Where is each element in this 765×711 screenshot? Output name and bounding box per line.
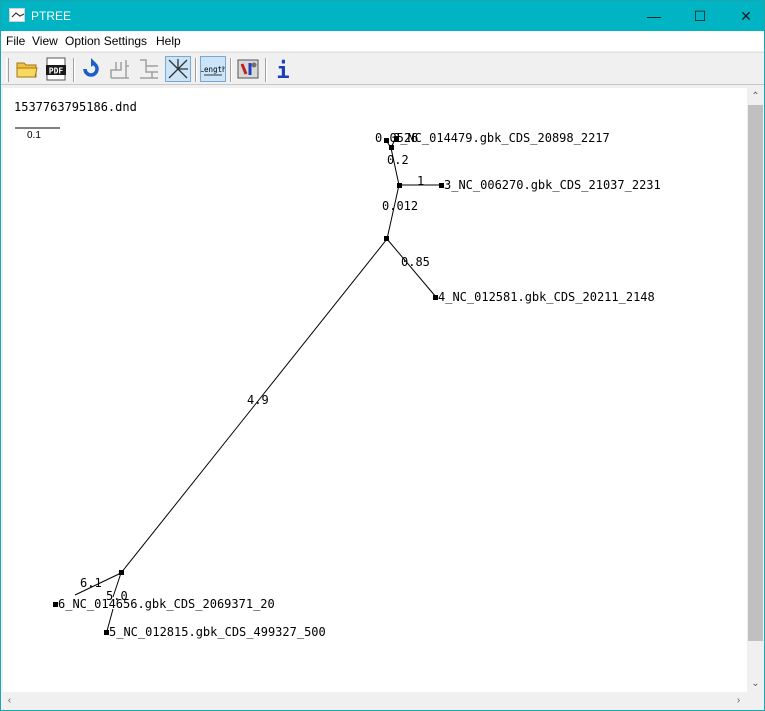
scroll-down-arrow-icon[interactable]: ⌄ bbox=[747, 675, 764, 692]
settings-button[interactable] bbox=[235, 56, 261, 82]
refresh-button[interactable] bbox=[78, 56, 104, 82]
export-pdf-button[interactable]: PDF bbox=[43, 56, 69, 82]
window-title: PTREE bbox=[31, 9, 72, 23]
node-marker bbox=[384, 236, 389, 241]
tree-layout-button[interactable] bbox=[107, 56, 133, 82]
branch-length-label: 0.012 bbox=[382, 199, 418, 213]
branch-length-label: 6.1 bbox=[80, 576, 102, 590]
tree-layout-alt-icon bbox=[140, 59, 158, 79]
open-folder-button[interactable] bbox=[14, 56, 40, 82]
vertical-scroll-thumb[interactable] bbox=[748, 105, 763, 641]
branch-length-label: 4.9 bbox=[247, 393, 269, 407]
toolbar-separator bbox=[265, 58, 267, 82]
toolbar-separator bbox=[73, 58, 75, 82]
toolbar-separator bbox=[195, 58, 197, 82]
node-marker bbox=[389, 145, 394, 150]
settings-tools-icon bbox=[237, 59, 259, 79]
toolbar: PDF Length i bbox=[1, 52, 764, 85]
branch-length-label: 0.85 bbox=[401, 255, 430, 269]
title-bar: PTREE — ☐ ✕ bbox=[1, 1, 764, 31]
minimize-button[interactable]: — bbox=[631, 1, 677, 31]
toolbar-separator bbox=[230, 58, 232, 82]
scroll-left-arrow-icon[interactable]: ‹ bbox=[1, 692, 18, 709]
menu-file[interactable]: File bbox=[6, 34, 25, 48]
pdf-icon: PDF bbox=[46, 57, 66, 81]
info-icon-label: i bbox=[276, 59, 289, 82]
tree-drawing: 2_NC_014479.gbk_CDS_20898_2217 3_NC_0062… bbox=[15, 127, 661, 639]
leaf-label: 2_NC_014479.gbk_CDS_20898_2217 bbox=[393, 131, 610, 145]
app-window: PTREE — ☐ ✕ File View Option Settings He… bbox=[0, 0, 765, 711]
pdf-icon-label: PDF bbox=[49, 67, 64, 76]
refresh-icon bbox=[83, 58, 99, 77]
app-icon bbox=[9, 8, 25, 22]
scale-bar-label: 0.1 bbox=[27, 130, 41, 141]
branch-length-label: 0.2 bbox=[387, 153, 409, 167]
scroll-right-arrow-icon[interactable]: › bbox=[730, 692, 747, 709]
tree-layout-icon bbox=[110, 60, 129, 79]
vertical-scrollbar[interactable]: ⌃ ⌄ bbox=[747, 88, 764, 692]
branch-length-button[interactable]: Length bbox=[199, 56, 227, 82]
branch-length-label: 5.0 bbox=[106, 589, 128, 603]
open-folder-icon bbox=[16, 62, 38, 78]
menu-bar: File View Option Settings Help bbox=[1, 31, 764, 51]
info-button[interactable]: i bbox=[270, 56, 296, 84]
leaf-label: 4_NC_012581.gbk_CDS_20211_2148 bbox=[438, 290, 655, 304]
info-icon: i bbox=[276, 59, 289, 84]
horizontal-scrollbar[interactable]: ‹ › bbox=[1, 692, 747, 709]
tree-canvas[interactable]: 1537763795186.dnd 2_NC_014479.gbk_CDS_20… bbox=[3, 88, 747, 692]
node-marker bbox=[119, 570, 124, 575]
scroll-up-arrow-icon[interactable]: ⌃ bbox=[747, 88, 764, 105]
menu-help[interactable]: Help bbox=[156, 34, 181, 48]
maximize-button[interactable]: ☐ bbox=[677, 1, 723, 31]
close-button[interactable]: ✕ bbox=[723, 1, 765, 31]
node-marker bbox=[397, 183, 402, 188]
branch-length-label: 0.0526 bbox=[375, 131, 418, 145]
unrooted-tree-button[interactable] bbox=[165, 56, 191, 82]
toolbar-grip[interactable] bbox=[6, 58, 9, 82]
unrooted-tree-icon bbox=[168, 59, 188, 79]
branch-length-label: 1 bbox=[417, 174, 424, 188]
leaf-label: 3_NC_006270.gbk_CDS_21037_2231 bbox=[444, 178, 661, 192]
scrollbar-corner bbox=[747, 692, 764, 709]
leaf-label: 6_NC_014656.gbk_CDS_2069371_20 bbox=[58, 597, 275, 611]
leaf-label: 5_NC_012815.gbk_CDS_499327_500 bbox=[109, 625, 326, 639]
menu-view[interactable]: View bbox=[32, 34, 58, 48]
length-icon: Length bbox=[199, 65, 227, 76]
tree-layout-alt-button[interactable] bbox=[136, 56, 162, 82]
menu-option-settings[interactable]: Option Settings bbox=[65, 34, 147, 48]
length-icon-label: Length bbox=[201, 65, 225, 74]
